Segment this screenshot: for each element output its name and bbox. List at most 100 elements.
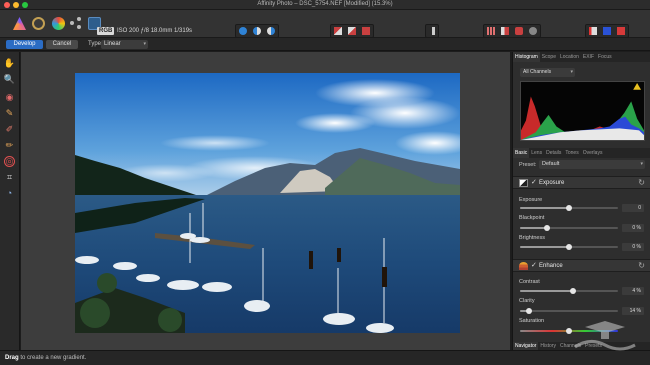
tab-scope[interactable]: Scope	[540, 52, 558, 62]
slider-knob[interactable]	[566, 205, 572, 211]
clarity-label: Clarity	[519, 298, 535, 304]
output-group	[585, 24, 629, 38]
split-view-button[interactable]	[251, 25, 263, 37]
crop-tool-icon[interactable]: ⌗	[4, 172, 15, 183]
context-toolbar: Develop Cancel Type: Linear ▾	[0, 38, 650, 51]
exposure-section-title: Exposure	[539, 180, 565, 186]
output-rgb-icon	[589, 27, 597, 35]
grid-button[interactable]	[485, 25, 497, 37]
exposure-section-header[interactable]: ✓ Exposure ↻	[513, 176, 650, 189]
clone-tool-icon[interactable]: ✏	[4, 140, 15, 151]
pin-button[interactable]	[427, 25, 437, 37]
tab-lens[interactable]: Lens	[529, 148, 544, 158]
develop-persona-icon[interactable]	[52, 17, 65, 30]
pin-group	[425, 24, 439, 38]
clip-midtones-icon	[348, 27, 356, 35]
retouch-brush-tool-icon[interactable]: ✎	[4, 108, 15, 119]
tab-details[interactable]: Details	[544, 148, 563, 158]
split-tool-button[interactable]	[499, 25, 511, 37]
tab-histogram[interactable]: Histogram	[513, 52, 540, 62]
canvas-area[interactable]	[21, 52, 510, 350]
develop-tabs: Basic Lens Details Tones Overlays	[513, 148, 650, 158]
pin-icon	[432, 27, 435, 35]
clarity-value[interactable]: 14 %	[622, 307, 644, 315]
slider-knob[interactable]	[570, 288, 576, 294]
overlay-gradient-tool-icon[interactable]: ◎	[4, 156, 15, 167]
red-eye-tool-icon[interactable]: ◉	[4, 92, 15, 103]
exposure-slider[interactable]	[520, 205, 618, 211]
slider-knob[interactable]	[526, 308, 532, 314]
zoom-tool-icon[interactable]: 🔍	[4, 74, 15, 85]
clip-shadows-icon	[334, 27, 342, 35]
contrast-label: Contrast	[519, 279, 540, 285]
photo-persona-icon[interactable]	[13, 17, 26, 30]
checkmark-icon[interactable]: ✓	[531, 178, 537, 186]
tab-navigator[interactable]: Navigator	[513, 342, 539, 350]
status-text: Drag to create a new gradient.	[5, 355, 86, 361]
output-red-button[interactable]	[615, 25, 627, 37]
reset-icon[interactable]: ↻	[638, 261, 645, 270]
tab-basic[interactable]: Basic	[513, 148, 530, 158]
liquify-persona-icon[interactable]	[32, 17, 45, 30]
single-view-button[interactable]	[237, 25, 249, 37]
tools-panel: ✋ 🔍 ◉ ✎ ✐ ✏ ◎ ⌗ ◔	[0, 52, 20, 350]
clip-midtones-button[interactable]	[346, 25, 358, 37]
hand-tool-icon[interactable]: ✋	[4, 58, 15, 69]
tab-location[interactable]: Location	[558, 52, 581, 62]
histogram-tabs: Histogram Scope Location EXIF Focus	[513, 52, 650, 62]
exposure-value[interactable]: 0	[622, 204, 644, 212]
checkmark-icon[interactable]: ✓	[531, 261, 537, 269]
tab-overlays[interactable]: Overlays	[581, 148, 605, 158]
output-rgb-button[interactable]	[587, 25, 599, 37]
develop-button[interactable]: Develop	[6, 40, 43, 49]
contrast-slider[interactable]	[520, 288, 618, 294]
enhance-section-header[interactable]: ✓ Enhance ↻	[513, 259, 650, 272]
output-red-icon	[617, 27, 625, 35]
cancel-button[interactable]: Cancel	[46, 40, 78, 49]
exif-readout: ISO 200 ƒ/8 18.0mm 1/319s	[117, 28, 193, 34]
output-blue-button[interactable]	[601, 25, 613, 37]
type-value: Linear	[104, 41, 121, 47]
type-dropdown[interactable]: Linear ▾	[101, 40, 148, 49]
brightness-value[interactable]: 0 %	[622, 243, 644, 251]
status-message: to create a new gradient.	[20, 355, 87, 361]
white-balance-tool-icon[interactable]: ◔	[4, 188, 15, 199]
blemish-tool-icon[interactable]: ✐	[4, 124, 15, 135]
channels-value: All Channels	[523, 69, 552, 75]
lens-profile-icon	[515, 27, 523, 35]
color-mode-badge: RGB	[97, 27, 115, 35]
exposure-icon	[519, 179, 528, 187]
clip-shadows-button[interactable]	[332, 25, 344, 37]
status-bar: Drag to create a new gradient.	[0, 350, 650, 365]
tab-history[interactable]: History	[538, 342, 558, 350]
blackpoint-slider[interactable]	[520, 225, 618, 231]
main-toolbar: RGB ISO 200 ƒ/8 18.0mm 1/319s	[0, 10, 650, 38]
preset-label: Preset:	[519, 162, 537, 168]
preset-dropdown[interactable]: Default ▾	[539, 160, 645, 169]
contrast-value[interactable]: 4 %	[622, 287, 644, 295]
window-title: Affinity Photo – DSC_5754.NEF [Modified]…	[257, 1, 393, 7]
reset-icon[interactable]: ↻	[638, 178, 645, 187]
tone-mapping-persona-icon[interactable]	[70, 17, 83, 30]
tab-exif[interactable]: EXIF	[581, 52, 596, 62]
chevron-down-icon: ▾	[570, 69, 573, 75]
tab-tones[interactable]: Tones	[563, 148, 580, 158]
slider-knob[interactable]	[566, 244, 572, 250]
blackpoint-value[interactable]: 0 %	[622, 224, 644, 232]
tab-focus[interactable]: Focus	[596, 52, 614, 62]
lens-profile-button[interactable]	[513, 25, 525, 37]
brightness-slider[interactable]	[520, 244, 618, 250]
status-action: Drag	[5, 355, 19, 361]
split-view-icon	[253, 27, 261, 35]
slider-knob[interactable]	[544, 225, 550, 231]
watermark-logo	[574, 321, 636, 351]
clarity-slider[interactable]	[520, 308, 618, 314]
clip-highlights-button[interactable]	[360, 25, 372, 37]
chevron-down-icon: ▾	[143, 41, 146, 47]
mirror-view-button[interactable]	[265, 25, 277, 37]
channels-dropdown[interactable]: All Channels ▾	[520, 68, 575, 77]
clip-highlights-icon	[362, 27, 370, 35]
assistant-icon	[529, 27, 537, 35]
exposure-label: Exposure	[519, 197, 543, 203]
assistant-button[interactable]	[527, 25, 539, 37]
